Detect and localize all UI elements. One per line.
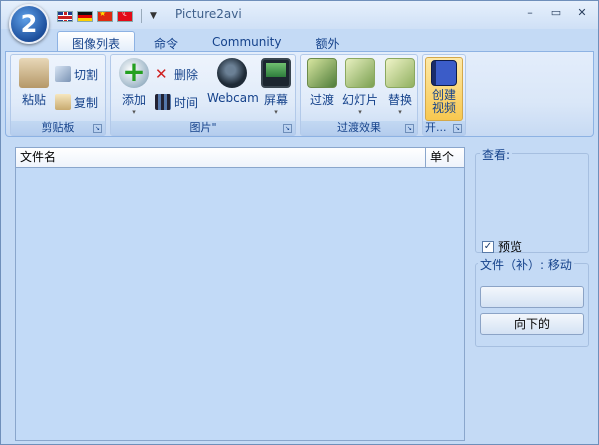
- app-menu-orb[interactable]: 2: [9, 4, 49, 44]
- replace-icon: [385, 58, 415, 88]
- paste-label: 粘贴: [21, 93, 46, 107]
- minimize-button[interactable]: –: [522, 5, 538, 21]
- slideshow-dropdown-icon: ▾: [358, 108, 362, 116]
- screen-button[interactable]: 屏幕 ▾: [257, 58, 295, 116]
- window-controls: – ▭ ✕: [522, 5, 590, 21]
- app-window: ▼ Picture2avi – ▭ ✕ 2 图像列表 命令 Community …: [0, 0, 599, 445]
- film-icon: [431, 60, 457, 86]
- images-launcher-icon[interactable]: ↘: [283, 124, 292, 133]
- ribbon-tabs: 图像列表 命令 Community 额外: [57, 31, 355, 51]
- time-label: 时间: [174, 95, 199, 110]
- webcam-button[interactable]: Webcam: [207, 58, 259, 105]
- copy-label: 复制: [74, 95, 99, 110]
- replace-dropdown-icon: ▾: [398, 108, 402, 116]
- paste-icon: [19, 58, 49, 88]
- file-groupbox: 文件（补）: 移动 向下的: [475, 256, 589, 347]
- title-bar: ▼ Picture2avi – ▭ ✕: [1, 1, 598, 29]
- create-video-label-line2: 视频: [431, 101, 456, 115]
- monitor-icon: [261, 58, 291, 88]
- preview-label: 预览: [498, 240, 523, 254]
- replace-button[interactable]: 替换 ▾: [381, 58, 419, 116]
- images-group: 添加 ▾ 删除 时间 Webcam 屏幕 ▾ 图片" ↘: [110, 54, 296, 136]
- tab-extras[interactable]: 额外: [300, 31, 354, 51]
- copy-icon: [55, 94, 71, 110]
- tab-community[interactable]: Community: [197, 31, 296, 51]
- clipboard-group: 粘贴 切割 复制 剪贴板 ↘: [10, 54, 106, 136]
- cut-label: 切割: [74, 67, 99, 82]
- images-group-label: 图片": [111, 121, 295, 135]
- webcam-label: Webcam: [207, 91, 259, 105]
- webcam-icon: [217, 58, 247, 88]
- add-label: 添加: [121, 93, 146, 107]
- delete-label: 删除: [174, 67, 199, 82]
- tab-commands[interactable]: 命令: [139, 31, 193, 51]
- slideshow-icon: [345, 58, 375, 88]
- transitions-launcher-icon[interactable]: ↘: [405, 124, 414, 133]
- replace-label: 替换: [387, 93, 412, 107]
- view-groupbox: 查看: ✓ 预览: [475, 146, 589, 255]
- checkbox-check-icon: ✓: [482, 240, 494, 253]
- germany-flag-icon[interactable]: [77, 10, 93, 22]
- add-button[interactable]: 添加 ▾: [115, 55, 153, 116]
- create-launcher-icon[interactable]: ↘: [453, 124, 462, 133]
- transition-icon: [307, 58, 337, 88]
- scissors-icon: [55, 66, 71, 82]
- add-icon: [119, 55, 149, 88]
- transitions-group-label: 过渡效果: [301, 121, 417, 135]
- image-list[interactable]: 文件名 单个: [15, 147, 465, 441]
- delete-icon: [155, 66, 171, 82]
- preview-checkbox[interactable]: ✓ 预览: [482, 238, 522, 255]
- clipboard-group-label: 剪贴板: [11, 121, 105, 135]
- slideshow-button[interactable]: 幻灯片 ▾: [339, 58, 381, 116]
- tab-image-list[interactable]: 图像列表: [57, 31, 136, 51]
- transitions-group: 过渡 幻灯片 ▾ 替换 ▾ 过渡效果 ↘: [300, 54, 418, 136]
- film-time-icon: [155, 94, 171, 110]
- close-button[interactable]: ✕: [574, 5, 590, 21]
- window-title: Picture2avi: [175, 7, 242, 21]
- ribbon: 粘贴 切割 复制 剪贴板 ↘ 添加 ▾ 删除: [5, 51, 594, 137]
- qat-separator: [141, 9, 142, 23]
- quick-access-toolbar: ▼: [57, 7, 157, 25]
- maximize-button[interactable]: ▭: [548, 5, 564, 21]
- qat-dropdown-icon[interactable]: ▼: [150, 11, 157, 21]
- time-button[interactable]: 时间: [155, 93, 198, 111]
- move-up-button[interactable]: [480, 286, 584, 308]
- slideshow-label: 幻灯片: [341, 93, 378, 107]
- add-dropdown-icon: ▾: [132, 108, 136, 116]
- transition-label: 过渡: [309, 93, 334, 107]
- uk-flag-icon[interactable]: [57, 10, 73, 22]
- move-down-button[interactable]: 向下的: [480, 313, 584, 335]
- copy-button[interactable]: 复制: [55, 93, 98, 111]
- clipboard-launcher-icon[interactable]: ↘: [93, 124, 102, 133]
- turkey-flag-icon[interactable]: [117, 10, 133, 22]
- create-group: 创建 视频 开... ↘: [422, 54, 466, 136]
- file-title: 文件（补）: 移动: [478, 256, 574, 273]
- column-filename[interactable]: 文件名: [16, 148, 426, 168]
- side-panel: 查看: ✓ 预览 文件（补）: 移动 向下的: [473, 146, 591, 347]
- create-video-button[interactable]: 创建 视频: [425, 57, 463, 121]
- transition-button[interactable]: 过渡: [303, 58, 341, 108]
- china-flag-icon[interactable]: [97, 10, 113, 22]
- list-header: 文件名 单个: [16, 148, 464, 168]
- paste-button[interactable]: 粘贴: [15, 58, 53, 108]
- cut-button[interactable]: 切割: [55, 65, 98, 83]
- column-single[interactable]: 单个: [426, 148, 464, 168]
- screen-dropdown-icon: ▾: [274, 108, 278, 116]
- view-title: 查看:: [480, 146, 513, 163]
- screen-label: 屏幕: [263, 93, 288, 107]
- delete-button[interactable]: 删除: [155, 65, 198, 83]
